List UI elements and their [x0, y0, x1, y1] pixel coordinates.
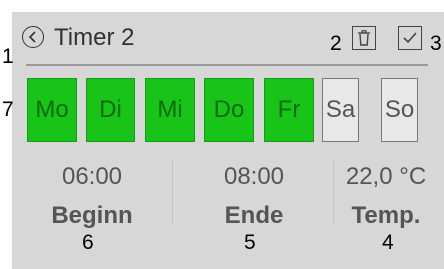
trash-icon: [358, 30, 370, 46]
column-divider: [172, 160, 173, 224]
annotation-5: 5: [244, 231, 256, 254]
header-divider: [26, 64, 428, 66]
day-label: Di: [99, 96, 122, 123]
annotation-3: 3: [430, 32, 442, 55]
annotation-1: 1: [2, 45, 14, 68]
day-label: Sa: [325, 96, 356, 123]
annotation-4: 4: [382, 231, 394, 254]
delete-button[interactable]: [352, 26, 376, 50]
temperature-value[interactable]: 22,0 °C: [316, 163, 444, 191]
chevron-left-icon: [28, 31, 36, 43]
start-time-value[interactable]: 06:00: [22, 163, 162, 191]
end-time-label: Ende: [224, 202, 284, 229]
day-toggle-do[interactable]: Do: [204, 78, 254, 142]
day-label: Mi: [157, 96, 183, 123]
back-button[interactable]: [22, 26, 44, 48]
day-label: Do: [213, 96, 245, 123]
day-label: So: [384, 96, 415, 123]
day-toggle-sa[interactable]: Sa: [322, 78, 359, 142]
day-toggle-mi[interactable]: Mi: [145, 78, 195, 142]
start-time-label: Beginn: [51, 202, 133, 229]
annotation-2: 2: [330, 32, 342, 55]
page-title: Timer 2: [54, 24, 135, 51]
annotation-6: 6: [82, 231, 94, 254]
day-toggle-fr[interactable]: Fr: [264, 78, 314, 142]
day-label: Fr: [277, 96, 301, 123]
end-time-value[interactable]: 08:00: [184, 163, 324, 191]
day-toggle-so[interactable]: So: [381, 78, 418, 142]
day-label: Mo: [35, 96, 69, 123]
temperature-label: Temp.: [351, 202, 421, 229]
day-toggle-mo[interactable]: Mo: [27, 78, 77, 142]
checkmark-icon: [403, 32, 417, 44]
annotation-7: 7: [2, 98, 14, 121]
day-toggle-di[interactable]: Di: [86, 78, 135, 142]
confirm-button[interactable]: [398, 26, 422, 50]
